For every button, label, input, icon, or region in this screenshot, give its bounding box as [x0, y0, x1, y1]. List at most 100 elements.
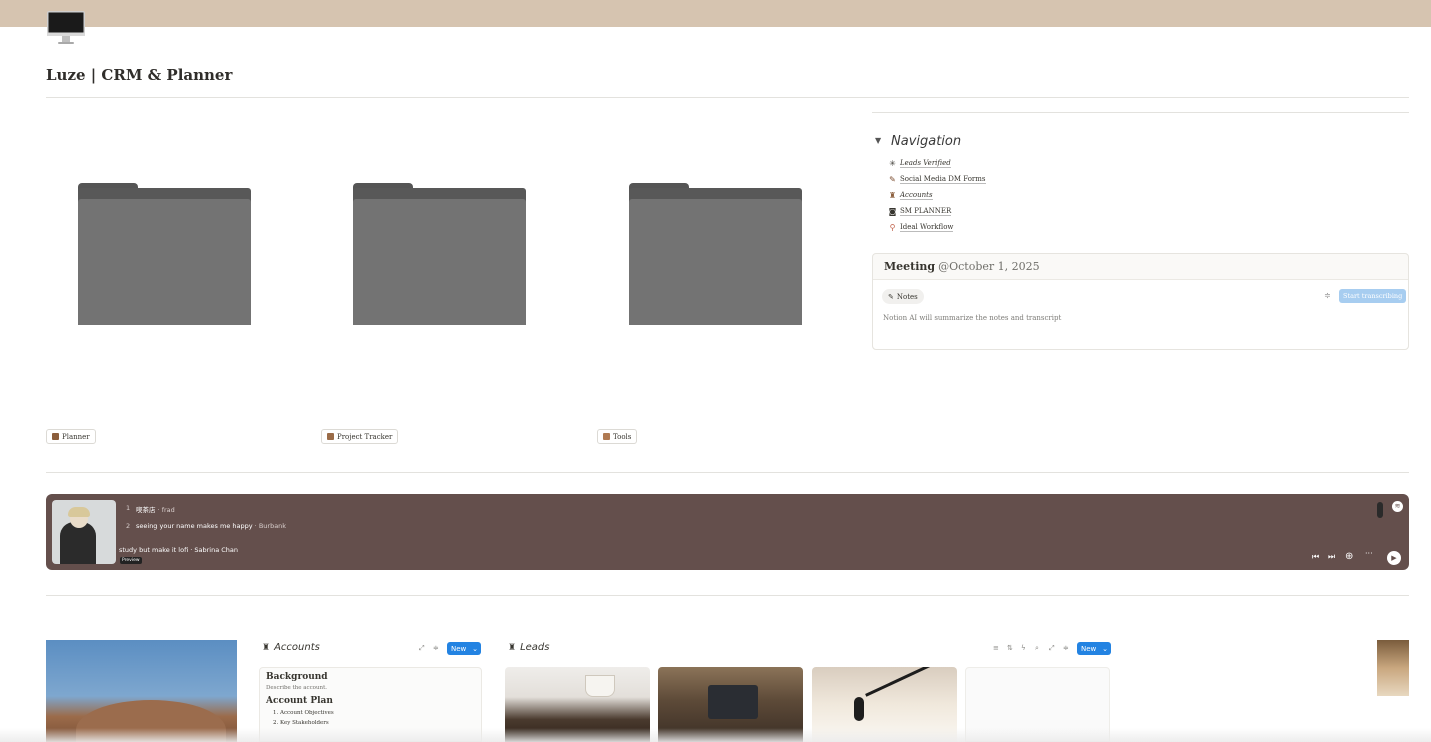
spotify-embed[interactable]: Preview 1 喫茶店 · frad 2 seeing your name …	[46, 494, 1409, 570]
tools-link-label: Tools	[613, 432, 632, 441]
more-options-icon[interactable]: ···	[1365, 549, 1373, 558]
mic-shape	[854, 697, 864, 721]
card-list: Account Objectives Key Stakeholders	[266, 710, 475, 726]
track-number: 2	[126, 522, 131, 530]
filter-sliders-icon[interactable]: ≑	[433, 644, 439, 652]
track-row[interactable]: 2 seeing your name makes me happy · Burb…	[126, 522, 286, 530]
expand-icon[interactable]: ⤢	[419, 644, 425, 653]
nav-item-sm-planner[interactable]: ◙ SM PLANNER	[888, 203, 986, 219]
mic-arm-shape	[865, 667, 939, 697]
track-title: seeing your name makes me happy	[136, 522, 253, 530]
mug-shape	[585, 675, 615, 697]
playlist-name[interactable]: study but make it lofi · Sabrina Chan	[119, 546, 238, 554]
brush-icon: ✎	[889, 174, 896, 184]
card-heading-background: Background	[266, 672, 328, 682]
ai-summary-hint[interactable]: Notion AI will summarize the notes and t…	[883, 314, 1061, 322]
leads-db-header[interactable]: ♜ Leads	[508, 642, 550, 653]
divider	[46, 595, 1409, 596]
book-icon	[52, 433, 59, 440]
filter-icon[interactable]: ≡	[993, 644, 999, 652]
folder-icon	[353, 199, 526, 325]
leads-new-button[interactable]: New ⌄	[1077, 642, 1111, 655]
meeting-date[interactable]: @October 1, 2025	[938, 260, 1040, 273]
chevron-down-icon[interactable]: ⌄	[472, 645, 478, 653]
play-icon[interactable]: ▶	[1387, 551, 1401, 565]
lightning-icon[interactable]: ϟ	[1021, 644, 1026, 652]
next-track-icon[interactable]: ⏭	[1328, 552, 1335, 562]
nav-item-leads-verified[interactable]: ✳ Leads Verified	[888, 155, 986, 171]
start-transcribing-button[interactable]: Start transcribing	[1339, 289, 1407, 303]
nav-item-ideal-workflow[interactable]: ⚲ Ideal Workflow	[888, 219, 986, 235]
scrollbar[interactable]	[1377, 502, 1383, 518]
bag-icon: ♜	[888, 190, 897, 200]
project-tracker-link-label: Project Tracker	[337, 432, 393, 441]
wrench-icon	[603, 433, 610, 440]
track-number: 1	[126, 504, 131, 512]
spotify-logo-icon[interactable]: ≋	[1392, 501, 1403, 512]
planner-link-label: Planner	[62, 432, 90, 441]
notes-tab-label: Notes	[896, 292, 918, 301]
laptop-shape	[708, 685, 758, 719]
bag-icon: ♜	[508, 642, 517, 653]
nav-item-social-media-dm-forms[interactable]: ✎ Social Media DM Forms	[888, 171, 986, 187]
folder-planner[interactable]	[78, 183, 251, 325]
album-figure	[60, 522, 96, 564]
project-tracker-link[interactable]: Project Tracker	[321, 429, 399, 444]
bottom-fade	[0, 728, 1431, 742]
folder-tools[interactable]	[629, 183, 802, 325]
accounts-db-title: Accounts	[274, 642, 320, 653]
runner-icon: ⚲	[889, 222, 896, 232]
album-cover[interactable]	[52, 500, 116, 564]
imac-icon[interactable]	[46, 10, 86, 46]
side-photo	[1377, 640, 1409, 696]
nav-item-label: Leads Verified	[900, 158, 951, 168]
notes-tab[interactable]: ✎ Notes	[882, 289, 924, 304]
meeting-title: Meeting	[884, 260, 936, 273]
page-title: Luze | CRM & Planner	[46, 66, 233, 84]
accounts-new-button[interactable]: New ⌄	[447, 642, 481, 655]
nav-item-label: Social Media DM Forms	[900, 174, 986, 184]
divider	[872, 112, 1409, 113]
pencil-icon: ✎	[888, 292, 894, 301]
meeting-block[interactable]: Meeting @October 1, 2025 ✎ Notes ≑ Start…	[872, 253, 1409, 350]
leads-db-title: Leads	[520, 642, 550, 653]
nav-item-label: Accounts	[900, 190, 933, 200]
search-icon[interactable]: ⌕	[1035, 644, 1039, 653]
track-artist: Burbank	[258, 522, 287, 530]
divider	[46, 472, 1409, 473]
list-item: Key Stakeholders	[280, 720, 475, 726]
meeting-header[interactable]: Meeting @October 1, 2025	[873, 254, 1408, 280]
expand-icon[interactable]: ⤢	[1049, 644, 1055, 653]
new-button-label: New	[1081, 644, 1097, 653]
planner-link[interactable]: Planner	[46, 429, 96, 444]
tools-link[interactable]: Tools	[597, 429, 638, 444]
card-heading-account-plan: Account Plan	[266, 696, 333, 706]
preview-badge: Preview	[120, 557, 142, 564]
track-row[interactable]: 1 喫茶店 · frad	[126, 504, 175, 514]
list-item: Account Objectives	[280, 710, 475, 716]
nav-item-label: Ideal Workflow	[900, 222, 954, 232]
chevron-down-icon[interactable]: ⌄	[1102, 645, 1108, 653]
new-button-label: New	[451, 644, 467, 653]
folder-project-tracker[interactable]	[353, 183, 526, 325]
filter-sliders-icon[interactable]: ≑	[1063, 644, 1069, 652]
nav-item-label: SM PLANNER	[900, 206, 952, 216]
settings-sliders-icon[interactable]: ≑	[1324, 291, 1331, 300]
track-artist: frad	[161, 506, 175, 514]
previous-track-icon[interactable]: ⏮	[1312, 552, 1319, 562]
camera-icon: ◙	[888, 206, 897, 216]
accounts-db-header[interactable]: ♜ Accounts	[262, 642, 320, 653]
sort-icon[interactable]: ⇅	[1007, 644, 1013, 652]
folder-icon	[78, 199, 251, 325]
card-description: Describe the account.	[266, 685, 328, 691]
toggle-triangle-icon[interactable]: ▼	[875, 136, 881, 145]
add-circle-icon[interactable]: ⊕	[1345, 551, 1353, 562]
navigation-list: ✳ Leads Verified ✎ Social Media DM Forms…	[888, 155, 986, 235]
navigation-heading[interactable]: Navigation	[891, 134, 961, 149]
cover-photo	[46, 640, 237, 742]
folder-icon	[629, 199, 802, 325]
nav-item-accounts[interactable]: ♜ Accounts	[888, 187, 986, 203]
calendar-icon	[327, 433, 334, 440]
page-cover[interactable]	[0, 0, 1431, 27]
meeting-body: ✎ Notes ≑ Start transcribing Notion AI w…	[873, 280, 1408, 349]
